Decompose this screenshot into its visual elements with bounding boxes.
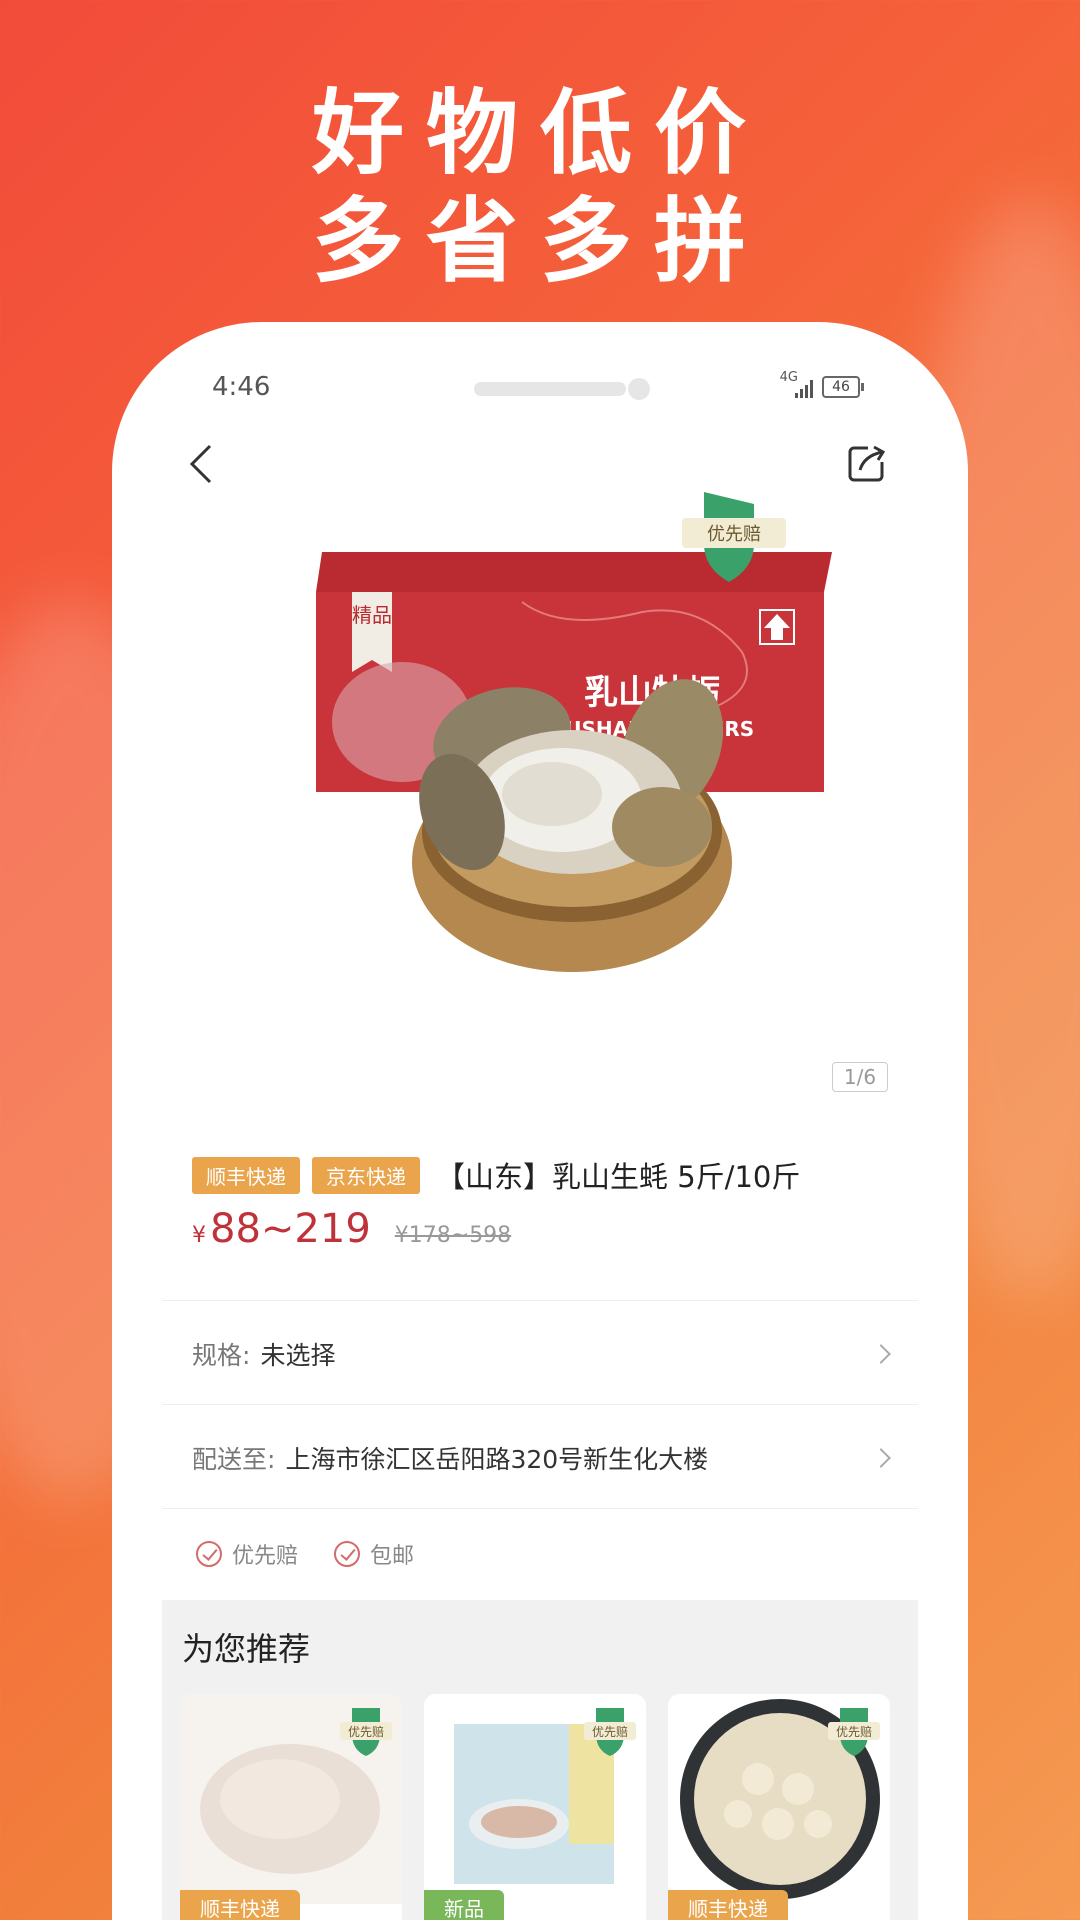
product-title: 【山东】乳山生蚝 5斤/10斤 (436, 1160, 801, 1194)
delivery-selector[interactable]: 配送至: 上海市徐汇区岳阳路320号新生化大楼 (192, 1438, 891, 1478)
battery-icon: 46 (822, 376, 864, 398)
card-tag: 顺丰快递 (668, 1890, 788, 1920)
guarantee-label: 优先赔 (232, 1544, 299, 1569)
guarantee-badge-text: 优先赔 (707, 524, 761, 545)
card-tag: 顺丰快递 (180, 1890, 300, 1920)
delivery-address: 上海市徐汇区岳阳路320号新生化大楼 (285, 1445, 709, 1474)
recommend-section: 为您推荐 优先赔 顺丰快递 优先赔 新品 优先赔 顺丰快递 (162, 1600, 918, 1920)
phone-camera (628, 378, 650, 400)
divider (162, 1300, 918, 1301)
guarantee-list: 优先赔 包邮 (196, 1538, 414, 1570)
box-label: 精品 (352, 603, 392, 627)
guarantee-shield-icon: 优先赔 (584, 1708, 636, 1756)
status-time: 4:46 (212, 372, 271, 402)
spec-value: 未选择 (260, 1341, 336, 1370)
guarantee-shield-icon: 优先赔 (828, 1708, 880, 1756)
card-badge-text: 优先赔 (592, 1724, 628, 1739)
recommend-title: 为您推荐 (182, 1630, 311, 1668)
signal-icon (795, 378, 813, 398)
card-tag: 新品 (424, 1890, 504, 1920)
check-circle-icon (196, 1541, 222, 1567)
promo-headline: 好物低价 多省多拼 (0, 80, 1080, 296)
price-current: 88~219 (210, 1206, 371, 1252)
guarantee-label: 包邮 (370, 1544, 415, 1569)
recommend-card[interactable]: 优先赔 新品 (424, 1694, 646, 1920)
tag-jd-express: 京东快递 (312, 1156, 420, 1194)
battery-level: 46 (832, 379, 850, 395)
price-row: ¥ 88~219 ¥178~598 (192, 1206, 511, 1252)
guarantee-item: 优先赔 (196, 1538, 298, 1570)
promo-headline-line1: 好物低价 (311, 80, 768, 187)
card-badge-text: 优先赔 (348, 1724, 384, 1739)
check-circle-icon (334, 1541, 361, 1567)
share-icon[interactable] (846, 444, 886, 484)
guarantee-item: 包邮 (334, 1538, 414, 1570)
chevron-right-icon (871, 1448, 891, 1468)
back-icon[interactable] (186, 440, 216, 488)
recommend-card[interactable]: 优先赔 顺丰快递 (668, 1694, 890, 1920)
product-title-row: 顺丰快递 京东快递 【山东】乳山生蚝 5斤/10斤 (192, 1154, 928, 1196)
promo-headline-line2: 多省多拼 (311, 188, 768, 295)
delivery-label: 配送至: (192, 1445, 276, 1474)
card-badge-text: 优先赔 (836, 1724, 872, 1739)
chevron-right-icon (871, 1344, 891, 1364)
recommend-card[interactable]: 优先赔 顺丰快递 (180, 1694, 402, 1920)
status-bar: 4:46 4G 46 (112, 370, 968, 412)
spec-label: 规格: (192, 1341, 251, 1370)
phone-frame: 4:46 4G 46 精品 乳山牡蛎 RUSHAN OYSTERS (112, 322, 968, 1920)
price-original: ¥178~598 (394, 1223, 512, 1248)
price-symbol: ¥ (192, 1223, 206, 1248)
recommend-cards: 优先赔 顺丰快递 优先赔 新品 优先赔 顺丰快递 (180, 1694, 890, 1920)
divider (162, 1404, 918, 1405)
image-pager: 1/6 (832, 1062, 888, 1092)
guarantee-shield-icon: 优先赔 (340, 1708, 392, 1756)
tag-sf-express: 顺丰快递 (192, 1156, 300, 1194)
divider (162, 1508, 918, 1509)
spec-selector[interactable]: 规格: 未选择 (192, 1334, 891, 1374)
product-image[interactable]: 精品 乳山牡蛎 RUSHAN OYSTERS 优先赔 (242, 482, 862, 1042)
phone-speaker (474, 382, 626, 396)
